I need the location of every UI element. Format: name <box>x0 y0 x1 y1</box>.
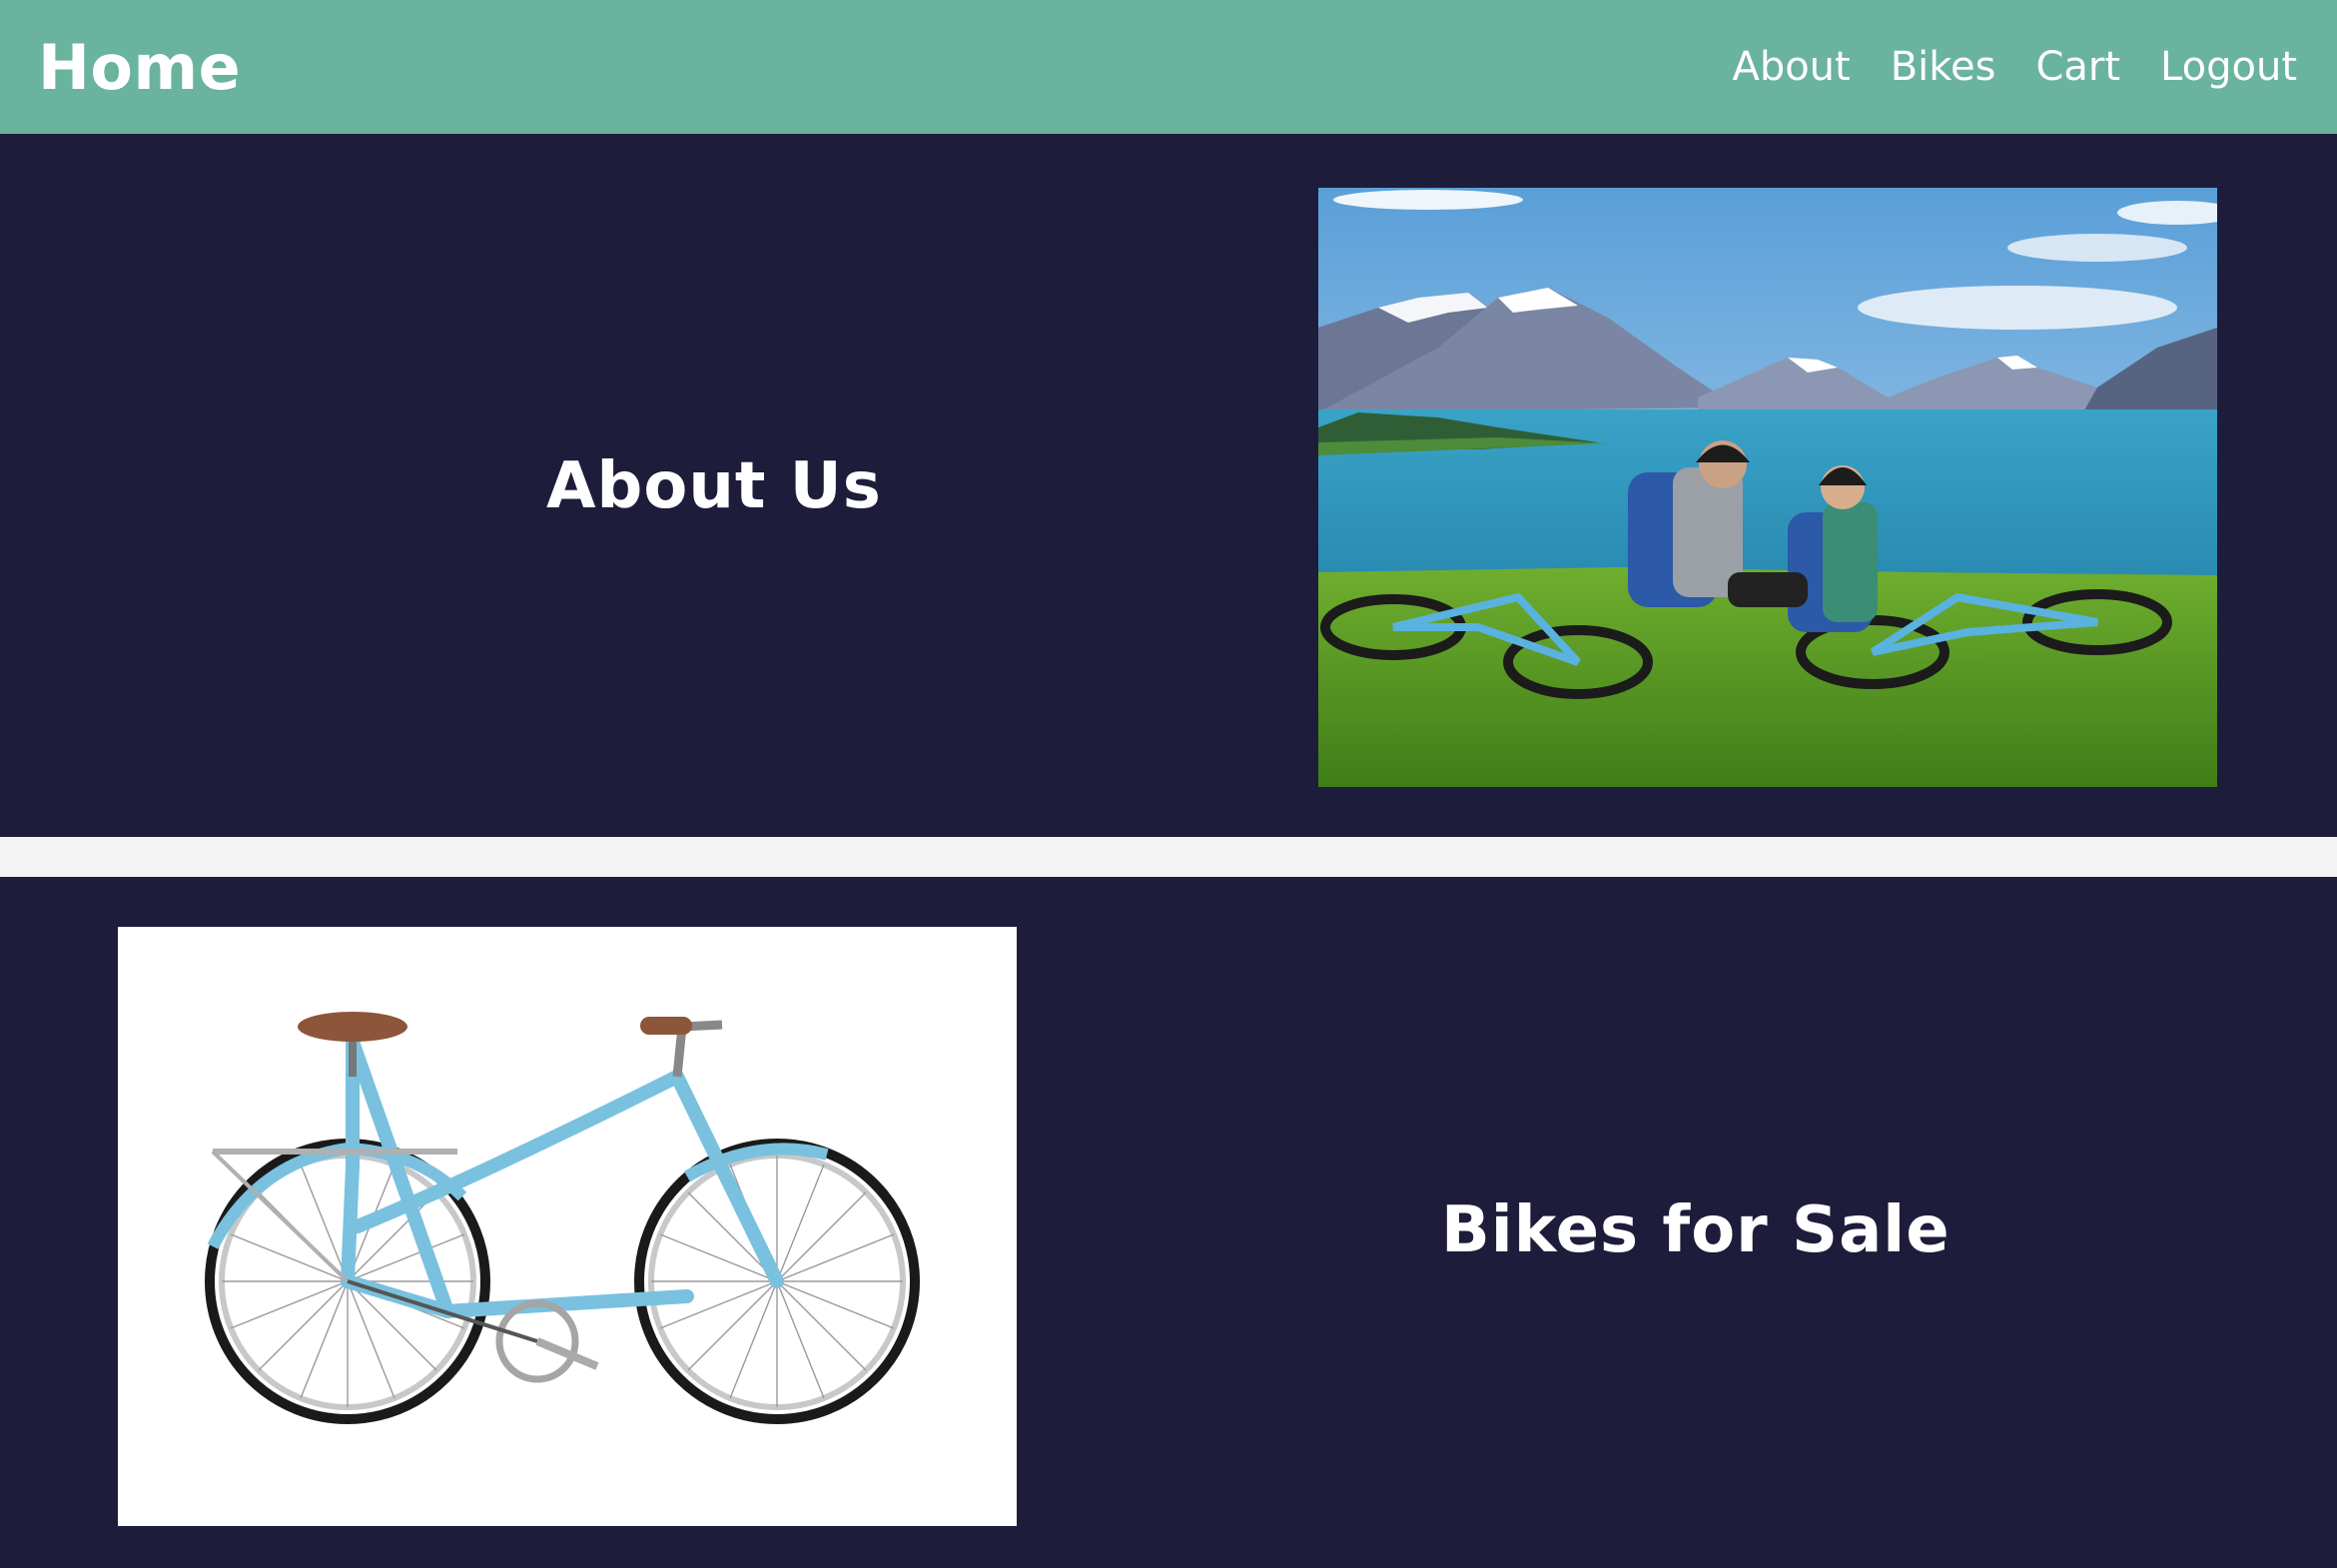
nav-link-logout[interactable]: Logout <box>2160 44 2297 90</box>
nav-link-about[interactable]: About <box>1732 44 1850 90</box>
home-link[interactable]: Home <box>38 31 241 104</box>
city-bike-photo <box>118 927 1017 1526</box>
bikes-for-sale-heading: Bikes for Sale <box>1441 1193 1950 1267</box>
nav-link-cart[interactable]: Cart <box>2035 44 2120 90</box>
cyclists-lake-photo <box>1318 188 2217 787</box>
nav-link-bikes[interactable]: Bikes <box>1891 44 1996 90</box>
about-us-heading: About Us <box>546 449 882 523</box>
bikes-section: Bikes for Sale <box>0 877 2337 1568</box>
top-navbar: Home About Bikes Cart Logout <box>0 0 2337 134</box>
about-section: About Us <box>0 134 2337 837</box>
nav-links: About Bikes Cart Logout <box>1732 44 2297 90</box>
